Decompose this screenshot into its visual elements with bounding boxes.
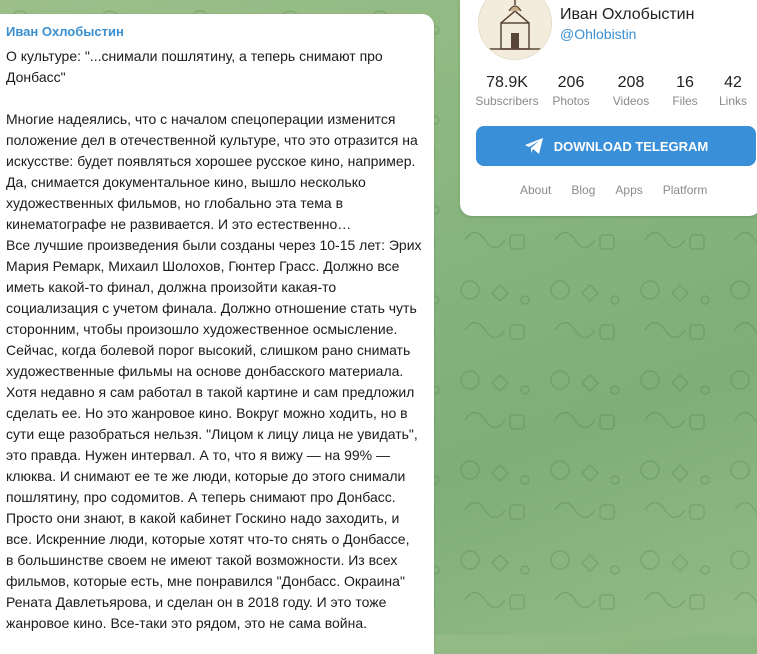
counter-files[interactable]: 16 Files: [660, 74, 710, 108]
counter-subscribers: 78.9K Subscribers: [474, 74, 540, 108]
counter-links[interactable]: 42 Links: [710, 74, 756, 108]
post-author[interactable]: Иван Охлобыстин: [6, 24, 124, 39]
channel-counters: 78.9K Subscribers 206 Photos 208 Videos …: [474, 74, 756, 108]
church-avatar-icon: [479, 0, 551, 59]
counter-value: 206: [557, 74, 585, 91]
counter-value: 208: [617, 74, 645, 91]
footer-link-blog[interactable]: Blog: [571, 183, 595, 197]
footer-link-platform[interactable]: Platform: [663, 183, 708, 197]
channel-handle-link[interactable]: @Ohlobistin: [560, 26, 636, 42]
channel-name: Иван Охлобыстин: [560, 6, 695, 23]
footer-links: About Blog Apps Platform: [520, 183, 707, 197]
counter-value: 16: [676, 74, 694, 91]
download-telegram-label: DOWNLOAD TELEGRAM: [553, 138, 709, 154]
post-text: О культуре: "...снимали пошлятину, а теп…: [6, 46, 422, 634]
counter-videos[interactable]: 208 Videos: [602, 74, 660, 108]
counter-value: 42: [724, 74, 742, 91]
post-paragraph-2: Многие надеялись, что с началом спецопер…: [6, 111, 422, 631]
channel-info-card: Иван Охлобыстин @Ohlobistin 78.9K Subscr…: [460, 0, 757, 216]
counter-label: Links: [718, 94, 747, 108]
post-paragraph-1: О культуре: "...снимали пошлятину, а теп…: [6, 48, 383, 85]
counter-value: 78.9K: [486, 74, 528, 91]
download-telegram-button[interactable]: DOWNLOAD TELEGRAM: [476, 126, 756, 166]
counter-label: Photos: [552, 94, 590, 108]
footer-link-about[interactable]: About: [520, 183, 551, 197]
counter-photos[interactable]: 206 Photos: [540, 74, 602, 108]
counter-label: Files: [672, 94, 698, 108]
footer-link-apps[interactable]: Apps: [615, 183, 642, 197]
channel-post: Иван Охлобыстин О культуре: "...снимали …: [0, 14, 434, 654]
counter-label: Subscribers: [475, 94, 539, 108]
channel-avatar: [478, 0, 552, 60]
counter-label: Videos: [612, 94, 650, 108]
telegram-plane-icon: [524, 138, 543, 154]
